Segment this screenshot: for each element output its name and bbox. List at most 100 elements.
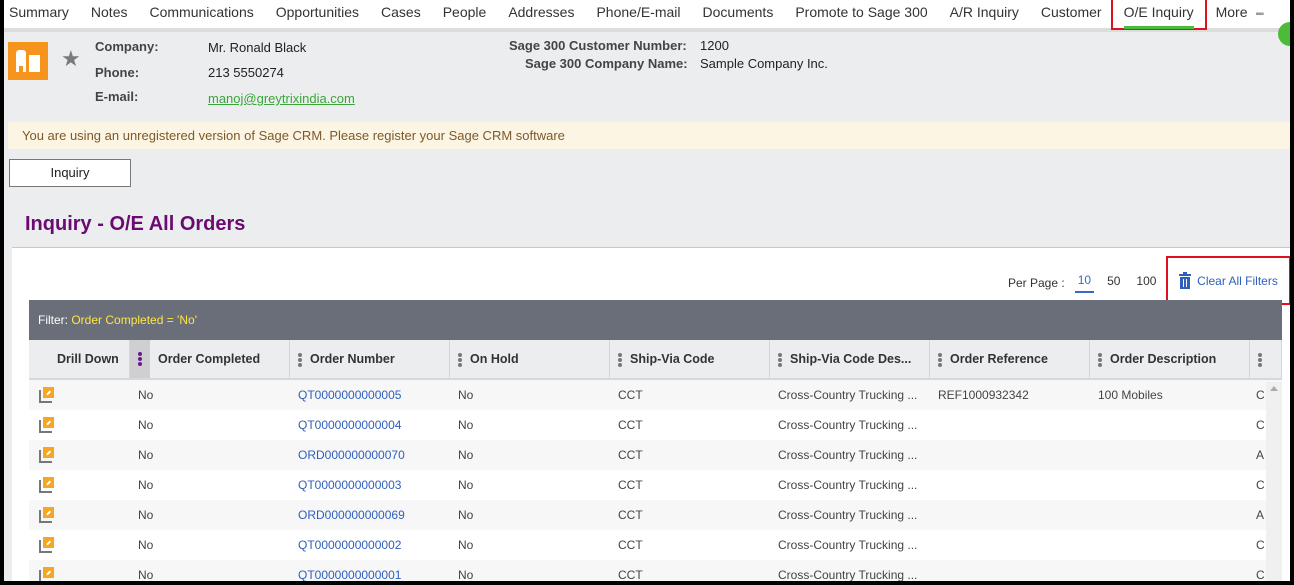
- cell-description: [1090, 560, 1250, 581]
- column-header-drill-down[interactable]: Drill Down: [29, 340, 130, 378]
- tab-addresses[interactable]: Addresses: [497, 0, 585, 28]
- column-header-label: Ship-Via Code Des...: [790, 352, 912, 366]
- column-menu-icon[interactable]: [930, 352, 950, 367]
- column-header-ship-via-code-des[interactable]: Ship-Via Code Des...: [770, 340, 930, 378]
- tab-o-e-inquiry[interactable]: O/E Inquiry: [1110, 0, 1207, 30]
- column-header-on-hold[interactable]: On Hold: [450, 340, 610, 378]
- cell-reference: [930, 470, 1090, 500]
- vertical-scrollbar[interactable]: [1266, 382, 1282, 581]
- phone-value: 213 5550274: [208, 65, 284, 80]
- drill-down-icon[interactable]: [39, 417, 55, 433]
- company-icon: [8, 42, 48, 80]
- phone-label: Phone:: [95, 65, 140, 80]
- table-row: No ORD000000000070 No CCT Cross-Country Truc…: [29, 440, 1282, 470]
- tab-label: Cases: [381, 4, 421, 20]
- cell-reference: [930, 440, 1090, 470]
- clear-all-filters-button[interactable]: Clear All Filters: [1166, 256, 1290, 305]
- cell-reference: [930, 410, 1090, 440]
- cell-order-number[interactable]: QT0000000000003: [290, 470, 450, 500]
- column-header-order-reference[interactable]: Order Reference: [930, 340, 1090, 378]
- tab-communications[interactable]: Communications: [138, 0, 264, 28]
- tab-label: Notes: [90, 4, 128, 20]
- table-row: No QT0000000000001 No CCT Cross-Country Truc…: [29, 560, 1282, 581]
- tab-customer[interactable]: Customer: [1030, 0, 1113, 28]
- tab-phone-e-mail[interactable]: Phone/E-mail: [585, 0, 691, 28]
- cell-order-number[interactable]: ORD000000000070: [290, 440, 450, 470]
- tab-promote-to-sage-300[interactable]: Promote to Sage 300: [784, 0, 938, 28]
- favorite-star-icon[interactable]: ★: [61, 48, 81, 70]
- tab-more[interactable]: More ▪▪▪: [1205, 0, 1275, 28]
- inquiry-button[interactable]: Inquiry: [9, 159, 131, 187]
- cell-order-number[interactable]: ORD000000000069: [290, 500, 450, 530]
- drill-down-icon[interactable]: [39, 447, 55, 463]
- cell-description: [1090, 500, 1250, 530]
- column-header-label: On Hold: [470, 352, 519, 366]
- table-row: No QT0000000000005 No CCT Cross-Country Truc…: [29, 380, 1282, 410]
- cell-ship-desc: Cross-Country Trucking ...: [778, 478, 918, 492]
- tab-documents[interactable]: Documents: [692, 0, 785, 28]
- company-label: Company:: [95, 39, 159, 54]
- per-page-100[interactable]: 100: [1133, 274, 1159, 292]
- column-menu-icon[interactable]: [450, 352, 470, 367]
- drill-down-icon[interactable]: [39, 537, 55, 553]
- cell-completed: No: [138, 508, 154, 522]
- drill-down-cell: [29, 470, 130, 500]
- tab-notes[interactable]: Notes: [80, 0, 139, 28]
- tab-label: Promote to Sage 300: [795, 4, 928, 20]
- table-row: No QT0000000000004 No CCT Cross-Country Truc…: [29, 410, 1282, 440]
- drill-down-icon[interactable]: [39, 567, 55, 581]
- cell-order-number[interactable]: QT0000000000005: [290, 380, 450, 410]
- column-header-order-completed[interactable]: Order Completed: [130, 340, 290, 378]
- cell-on-hold: No: [458, 388, 474, 402]
- drill-down-cell: [29, 380, 130, 410]
- tab-label: Opportunities: [275, 4, 360, 20]
- column-header-ship-via-code[interactable]: Ship-Via Code: [610, 340, 770, 378]
- column-header-order-number[interactable]: Order Number: [290, 340, 450, 378]
- scroll-up-icon[interactable]: [1270, 386, 1278, 391]
- column-header-label: Ship-Via Code: [630, 352, 715, 366]
- column-menu-icon[interactable]: [1250, 352, 1270, 367]
- cell-order-number[interactable]: QT0000000000001: [290, 560, 450, 581]
- tab-label: Addresses: [508, 4, 575, 20]
- tab-opportunities[interactable]: Opportunities: [265, 0, 370, 28]
- tab-label: Customer: [1040, 4, 1102, 20]
- column-header-order-description[interactable]: Order Description: [1090, 340, 1250, 378]
- drill-down-icon[interactable]: [39, 477, 55, 493]
- email-link[interactable]: manoj@greytrixindia.com: [208, 91, 355, 106]
- column-menu-icon[interactable]: [290, 352, 310, 367]
- cell-ship-via: CCT: [618, 538, 643, 552]
- cell-ship-via: CCT: [618, 568, 643, 581]
- cell-ship-via: CCT: [618, 388, 643, 402]
- table-row: No QT0000000000002 No CCT Cross-Country Truc…: [29, 530, 1282, 560]
- table-row: No ORD000000000069 No CCT Cross-Country Truc…: [29, 500, 1282, 530]
- per-page-50[interactable]: 50: [1104, 274, 1123, 292]
- ellipsis-icon: ▪▪▪: [1255, 9, 1265, 20]
- email-label: E-mail:: [95, 89, 139, 104]
- trash-icon: [1179, 271, 1192, 289]
- tab-summary[interactable]: Summary: [4, 0, 80, 28]
- tab-label: Phone/E-mail: [596, 4, 681, 20]
- tab-cases[interactable]: Cases: [370, 0, 432, 28]
- tab-label: Communications: [149, 4, 254, 20]
- per-page-selector: Per Page : 10 50 100: [1008, 273, 1159, 293]
- cell-order-number[interactable]: QT0000000000002: [290, 530, 450, 560]
- cell-order-number[interactable]: QT0000000000004: [290, 410, 450, 440]
- per-page-10[interactable]: 10: [1074, 273, 1095, 293]
- drill-down-icon[interactable]: [39, 387, 55, 403]
- column-menu-icon[interactable]: [770, 352, 790, 367]
- column-header-overflow[interactable]: [1250, 340, 1282, 378]
- grid-body: No QT0000000000005 No CCT Cross-Country Truc…: [29, 380, 1282, 581]
- per-page-label: Per Page :: [1008, 276, 1065, 290]
- company-name-value: Sample Company Inc.: [700, 56, 828, 71]
- drill-down-cell: [29, 530, 130, 560]
- filter-value: Order Completed = 'No': [71, 313, 197, 327]
- column-menu-icon[interactable]: [610, 352, 630, 367]
- tab-a-r-inquiry[interactable]: A/R Inquiry: [939, 0, 1030, 28]
- cell-description: [1090, 440, 1250, 470]
- column-menu-icon[interactable]: [1090, 352, 1110, 367]
- cell-reference: [930, 560, 1090, 581]
- column-menu-icon[interactable]: [130, 340, 150, 378]
- cell-ship-via: CCT: [618, 418, 643, 432]
- tab-people[interactable]: People: [432, 0, 498, 28]
- drill-down-icon[interactable]: [39, 507, 55, 523]
